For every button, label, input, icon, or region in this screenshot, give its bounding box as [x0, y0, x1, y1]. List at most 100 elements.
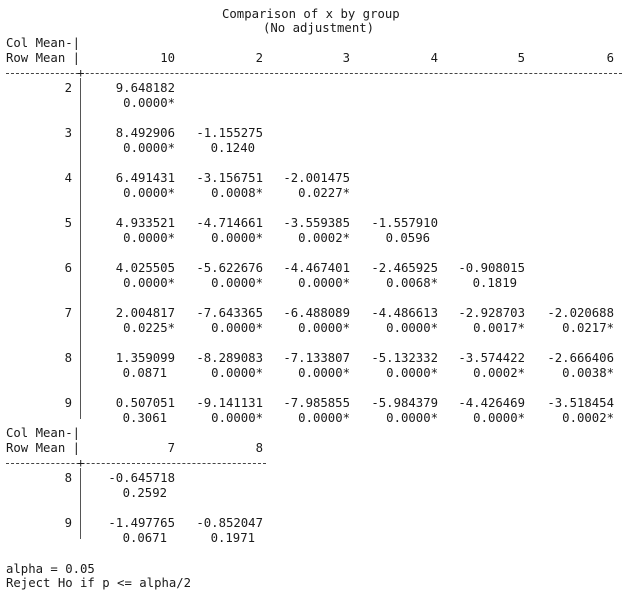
output-subtitle: (No adjustment)	[263, 21, 375, 35]
mean-difference: 8.492906	[115, 126, 175, 140]
column-header: 7	[167, 441, 175, 455]
row-label: 8	[64, 471, 72, 485]
mean-difference: 1.359099	[115, 351, 175, 365]
mean-difference: -2.020688	[547, 306, 614, 320]
mean-difference: -6.488089	[283, 306, 350, 320]
p-value: 0.1971	[210, 531, 255, 545]
row-label: 2	[64, 81, 72, 95]
p-value: 0.0038*	[562, 366, 614, 380]
column-header: 10	[160, 51, 175, 65]
column-header: 6	[606, 51, 614, 65]
column-header: 3	[342, 51, 350, 65]
row-label: 5	[64, 216, 72, 230]
mean-difference: 0.507051	[115, 396, 175, 410]
mean-difference: -1.497765	[108, 516, 175, 530]
mean-difference: -7.133807	[283, 351, 350, 365]
p-value: 0.0000*	[298, 276, 350, 290]
row-label: 3	[64, 126, 72, 140]
header-separator	[6, 463, 266, 464]
column-header: 8	[255, 441, 263, 455]
row-divider-bar	[80, 468, 81, 539]
p-value: 0.0000*	[386, 366, 438, 380]
mean-difference: 4.025505	[115, 261, 175, 275]
p-value: 0.0000*	[386, 321, 438, 335]
p-value: 0.0002*	[562, 411, 614, 425]
p-value: 0.2592	[122, 486, 167, 500]
mean-difference: -2.465925	[371, 261, 438, 275]
header-col-mean: Col Mean-|	[6, 426, 81, 440]
p-value: 0.0225*	[123, 321, 175, 335]
p-value: 0.0000*	[211, 276, 263, 290]
mean-difference: -0.908015	[458, 261, 525, 275]
p-value: 0.0000*	[211, 231, 263, 245]
mean-difference: 4.933521	[115, 216, 175, 230]
p-value: 0.0227*	[298, 186, 350, 200]
p-value: 0.0596	[385, 231, 430, 245]
mean-difference: 2.004817	[115, 306, 175, 320]
stata-results-window: Comparison of x by group (No adjustment)…	[0, 0, 632, 601]
p-value: 0.0000*	[298, 366, 350, 380]
header-separator	[6, 73, 622, 74]
p-value: 0.0671	[122, 531, 167, 545]
mean-difference: -7.985855	[283, 396, 350, 410]
p-value: 0.0000*	[386, 411, 438, 425]
mean-difference: -2.666406	[547, 351, 614, 365]
p-value: 0.3061	[122, 411, 167, 425]
p-value: 0.0068*	[386, 276, 438, 290]
p-value: 0.0000*	[298, 411, 350, 425]
p-value: 0.1240	[210, 141, 255, 155]
p-value: 0.0000*	[123, 96, 175, 110]
output-title: Comparison of x by group	[222, 7, 400, 21]
p-value: 0.0008*	[211, 186, 263, 200]
p-value: 0.0002*	[473, 366, 525, 380]
alpha-note: alpha = 0.05	[6, 562, 95, 576]
mean-difference: -2.001475	[283, 171, 350, 185]
p-value: 0.0000*	[123, 186, 175, 200]
p-value: 0.0000*	[298, 321, 350, 335]
p-value: 0.0871	[122, 366, 167, 380]
p-value: 0.0000*	[473, 411, 525, 425]
row-label: 6	[64, 261, 72, 275]
mean-difference: -3.574422	[458, 351, 525, 365]
mean-difference: -5.132332	[371, 351, 438, 365]
column-header: 4	[430, 51, 438, 65]
p-value: 0.1819	[472, 276, 517, 290]
mean-difference: -9.141131	[196, 396, 263, 410]
mean-difference: -3.518454	[547, 396, 614, 410]
row-label: 4	[64, 171, 72, 185]
mean-difference: -3.156751	[196, 171, 263, 185]
column-header: 2	[255, 51, 263, 65]
p-value: 0.0217*	[562, 321, 614, 335]
row-label: 7	[64, 306, 72, 320]
mean-difference: -5.984379	[371, 396, 438, 410]
p-value: 0.0000*	[211, 321, 263, 335]
header-col-mean: Col Mean-|	[6, 36, 81, 50]
row-divider-bar	[80, 78, 81, 419]
p-value: 0.0000*	[211, 366, 263, 380]
header-row-mean: Row Mean |	[6, 441, 81, 455]
row-label: 8	[64, 351, 72, 365]
mean-difference: -3.559385	[283, 216, 350, 230]
mean-difference: -4.467401	[283, 261, 350, 275]
mean-difference: -1.155275	[196, 126, 263, 140]
mean-difference: 6.491431	[115, 171, 175, 185]
p-value: 0.0000*	[123, 231, 175, 245]
mean-difference: -4.486613	[371, 306, 438, 320]
row-label: 9	[64, 516, 72, 530]
mean-difference: -0.852047	[196, 516, 263, 530]
p-value: 0.0000*	[123, 141, 175, 155]
mean-difference: -8.289083	[196, 351, 263, 365]
mean-difference: 9.648182	[115, 81, 175, 95]
p-value: 0.0000*	[211, 411, 263, 425]
mean-difference: -4.714661	[196, 216, 263, 230]
mean-difference: -7.643365	[196, 306, 263, 320]
p-value: 0.0000*	[123, 276, 175, 290]
mean-difference: -4.426469	[458, 396, 525, 410]
mean-difference: -1.557910	[371, 216, 438, 230]
mean-difference: -0.645718	[108, 471, 175, 485]
column-header: 5	[517, 51, 525, 65]
mean-difference: -2.928703	[458, 306, 525, 320]
p-value: 0.0017*	[473, 321, 525, 335]
reject-rule-note: Reject Ho if p <= alpha/2	[6, 576, 192, 590]
row-label: 9	[64, 396, 72, 410]
